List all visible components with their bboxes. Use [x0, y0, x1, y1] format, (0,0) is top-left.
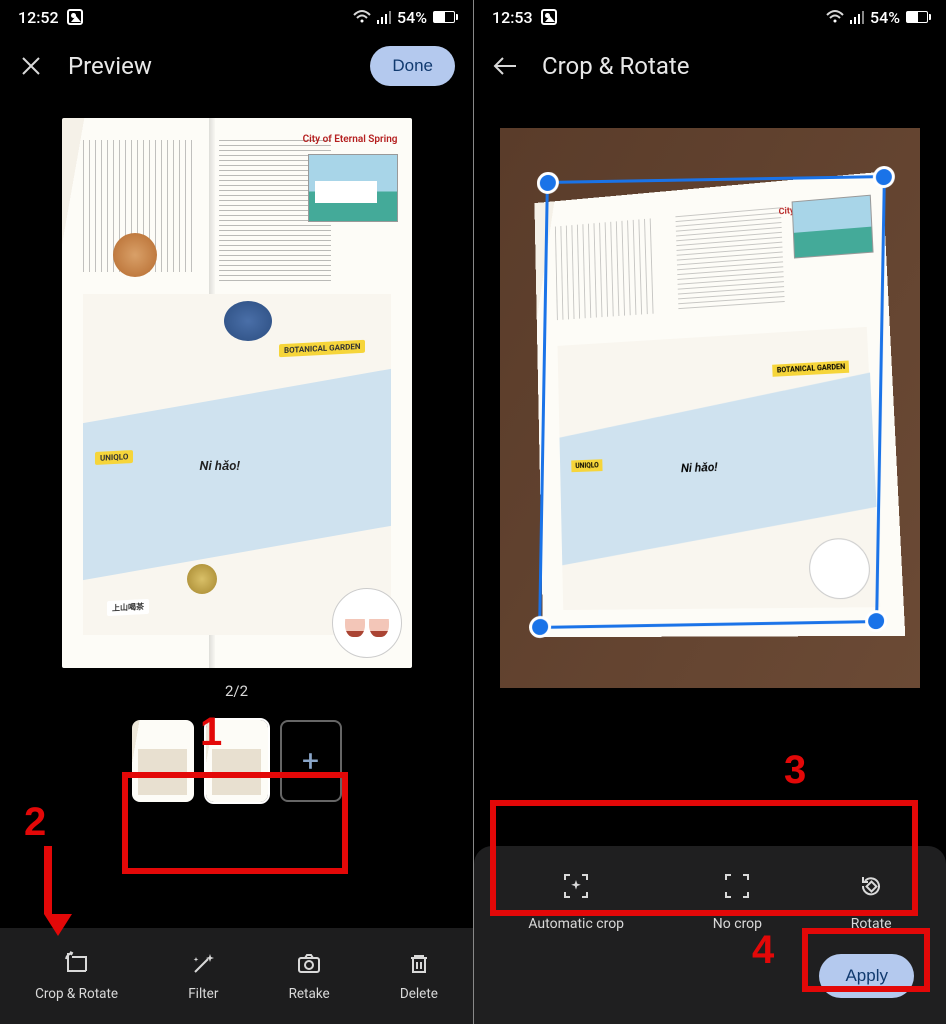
magic-wand-icon: [189, 950, 217, 978]
image-icon: [67, 9, 83, 25]
right-screen: 12:53 54% Crop & Rotate City of Eternal …: [473, 0, 946, 1024]
delete-button[interactable]: Delete: [400, 950, 438, 1002]
image-icon: [541, 9, 557, 25]
book-city-header: City of Eternal Spring: [303, 134, 398, 145]
scanned-page-image[interactable]: City of Eternal Spring Ni hǎo! BOTANICAL…: [62, 118, 412, 668]
apply-button[interactable]: Apply: [819, 954, 914, 998]
bottom-actions: Crop & Rotate Filter Retake Delete: [0, 928, 473, 1024]
crop-rotate-button[interactable]: Crop & Rotate: [35, 950, 118, 1002]
action-label: Crop & Rotate: [35, 986, 118, 1002]
retake-button[interactable]: Retake: [289, 950, 330, 1002]
action-label: Rotate: [851, 916, 892, 932]
battery-percent: 54%: [397, 8, 427, 27]
filter-button[interactable]: Filter: [188, 950, 218, 1002]
thumbnail-1[interactable]: [132, 720, 194, 802]
page-title: Preview: [68, 52, 152, 80]
action-label: Automatic crop: [528, 916, 624, 932]
thumbnail-2[interactable]: [206, 720, 268, 802]
battery-percent: 54%: [870, 8, 900, 27]
book-nihao: Ni hǎo!: [200, 458, 240, 474]
add-page-button[interactable]: +: [280, 720, 342, 802]
sparkle-frame-icon: [562, 872, 590, 904]
crop-handle-tl[interactable]: [537, 172, 559, 194]
action-label: No crop: [713, 916, 762, 932]
crop-frame[interactable]: [538, 175, 886, 629]
crop-image[interactable]: City of Eternal Spring Ni hǎo! BOTANICAL…: [500, 128, 920, 688]
trash-icon: [405, 950, 433, 978]
crop-actions-panel: Automatic crop No crop Rotate Apply: [474, 846, 946, 1024]
automatic-crop-button[interactable]: Automatic crop: [528, 872, 624, 932]
wifi-icon: [353, 10, 371, 24]
frame-icon: [723, 872, 751, 904]
battery-icon: [433, 11, 455, 23]
battery-icon: [906, 11, 928, 23]
no-crop-button[interactable]: No crop: [713, 872, 762, 932]
status-bar: 12:52 54%: [0, 0, 473, 34]
back-icon[interactable]: [492, 53, 518, 79]
done-button[interactable]: Done: [370, 46, 455, 86]
status-time: 12:52: [18, 8, 59, 27]
book-tag: BOTANICAL GARDEN: [279, 339, 365, 357]
status-time: 12:53: [492, 8, 533, 27]
page-title: Crop & Rotate: [542, 52, 689, 80]
close-icon[interactable]: [18, 53, 44, 79]
book-tag: UNIQLO: [95, 450, 133, 465]
action-label: Retake: [289, 986, 330, 1002]
signal-icon: [377, 11, 392, 24]
crop-rotate-icon: [63, 950, 91, 978]
rotate-button[interactable]: Rotate: [851, 872, 892, 932]
crop-handle-tr[interactable]: [873, 166, 895, 188]
action-label: Filter: [188, 986, 218, 1002]
page-counter: 2/2: [225, 682, 248, 700]
thumbnail-strip: +: [126, 714, 348, 808]
rotate-icon: [857, 872, 885, 904]
app-header: Crop & Rotate: [474, 34, 946, 98]
app-header: Preview Done: [0, 34, 473, 98]
crop-content: City of Eternal Spring Ni hǎo! BOTANICAL…: [474, 98, 946, 846]
preview-content: City of Eternal Spring Ni hǎo! BOTANICAL…: [0, 98, 473, 928]
status-bar: 12:53 54%: [474, 0, 946, 34]
signal-icon: [850, 11, 865, 24]
wifi-icon: [826, 10, 844, 24]
left-screen: 12:52 54% Preview Done City of Eternal S…: [0, 0, 473, 1024]
camera-icon: [295, 950, 323, 978]
action-label: Delete: [400, 986, 438, 1002]
book-tag: 上山喝茶: [107, 598, 149, 615]
